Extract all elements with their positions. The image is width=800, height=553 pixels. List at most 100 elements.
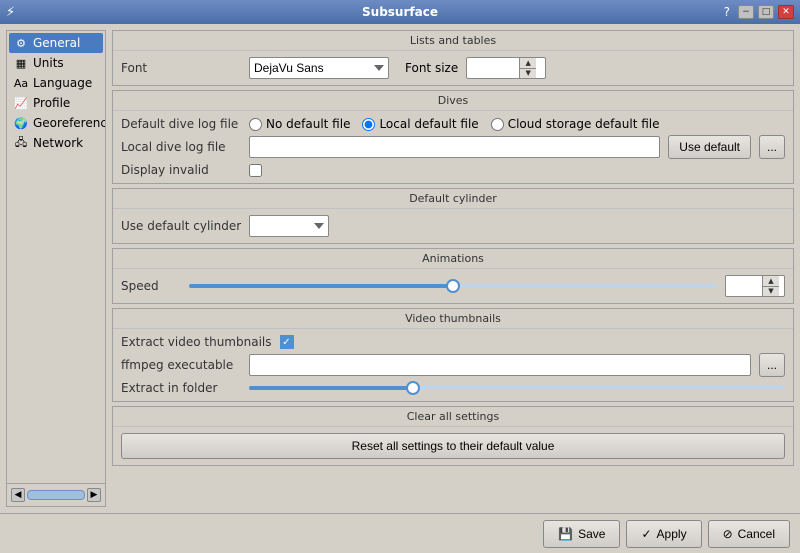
speed-spinbox-up[interactable]: ▲ — [763, 276, 779, 287]
cancel-icon: ⊘ — [723, 527, 733, 541]
radio-cloud[interactable] — [491, 118, 504, 131]
video-thumbnails-title: Video thumbnails — [113, 309, 793, 329]
units-icon: ▦ — [14, 56, 28, 70]
sidebar-item-profile[interactable]: 📈 Profile — [9, 93, 103, 113]
sidebar-label-network: Network — [33, 136, 83, 150]
clear-all-section: Clear all settings Reset all settings to… — [112, 406, 794, 466]
font-size-input[interactable]: 10.00 — [467, 61, 519, 75]
extract-video-checkbox[interactable]: ✓ — [280, 335, 294, 349]
display-invalid-row: Display invalid — [121, 163, 785, 177]
maximize-button[interactable]: □ — [758, 5, 774, 19]
window-content: ⚙ General ▦ Units Aa Language 📈 Profile … — [0, 24, 800, 513]
radio-cloud-text: Cloud storage default file — [508, 117, 660, 131]
display-invalid-checkbox[interactable] — [249, 164, 262, 177]
default-cylinder-body: Use default cylinder — [113, 209, 793, 243]
radio-local-text: Local default file — [379, 117, 478, 131]
font-label: Font — [121, 61, 241, 75]
ffmpeg-ellipsis-icon: ... — [767, 358, 777, 372]
reset-button[interactable]: Reset all settings to their default valu… — [121, 433, 785, 459]
default-dive-log-row: Default dive log file No default file Lo… — [121, 117, 785, 131]
sidebar-label-general: General — [33, 36, 80, 50]
local-dive-log-label: Local dive log file — [121, 140, 241, 154]
extract-folder-row: Extract in folder — [121, 381, 785, 395]
title-bar: ⚡ Subsurface ? − □ ✕ — [0, 0, 800, 24]
default-cylinder-section: Default cylinder Use default cylinder — [112, 188, 794, 244]
gear-icon: ⚙ — [14, 36, 28, 50]
cancel-label: Cancel — [738, 527, 775, 541]
save-button[interactable]: 💾 Save — [543, 520, 620, 548]
profile-icon: 📈 — [14, 96, 28, 110]
spinbox-down-button[interactable]: ▼ — [520, 69, 536, 79]
bottom-bar: 💾 Save ✓ Apply ⊘ Cancel — [0, 513, 800, 553]
animations-title: Animations — [113, 249, 793, 269]
sidebar-item-language[interactable]: Aa Language — [9, 73, 103, 93]
dives-body: Default dive log file No default file Lo… — [113, 111, 793, 183]
sidebar-item-georeference[interactable]: 🌍 Georeference — [9, 113, 103, 133]
app-icon: ⚡ — [6, 5, 15, 20]
network-icon: 🖧 — [14, 136, 28, 150]
georeference-icon: 🌍 — [14, 116, 28, 130]
use-default-cylinder-row: Use default cylinder — [121, 215, 785, 237]
minimize-button[interactable]: − — [738, 5, 754, 19]
font-row: Font DejaVu Sans Font size 10.00 ▲ ▼ — [121, 57, 785, 79]
spinbox-buttons: ▲ ▼ — [519, 58, 536, 78]
dives-section: Dives Default dive log file No default f… — [112, 90, 794, 184]
radio-no-default-text: No default file — [266, 117, 350, 131]
save-label: Save — [578, 527, 605, 541]
radio-no-default[interactable] — [249, 118, 262, 131]
sidebar-item-units[interactable]: ▦ Units — [9, 53, 103, 73]
apply-label: Apply — [657, 527, 687, 541]
animations-body: Speed 500 ▲ ▼ — [113, 269, 793, 303]
animations-section: Animations Speed 500 ▲ ▼ — [112, 248, 794, 304]
sidebar-label-georeference: Georeference — [33, 116, 106, 130]
font-size-label: Font size — [405, 61, 458, 75]
scroll-left-button[interactable]: ◀ — [11, 488, 25, 502]
sidebar-label-units: Units — [33, 56, 64, 70]
use-default-button[interactable]: Use default — [668, 135, 751, 159]
ffmpeg-label: ffmpeg executable — [121, 358, 241, 372]
display-invalid-label: Display invalid — [121, 163, 241, 177]
cancel-button[interactable]: ⊘ Cancel — [708, 520, 790, 548]
sidebar-scrollbar[interactable] — [27, 490, 85, 500]
title-bar-controls: ? − □ ✕ — [724, 5, 794, 19]
lists-and-tables-body: Font DejaVu Sans Font size 10.00 ▲ ▼ — [113, 51, 793, 85]
radio-no-default-label[interactable]: No default file — [249, 117, 350, 131]
sidebar: ⚙ General ▦ Units Aa Language 📈 Profile … — [6, 30, 106, 507]
window-title: Subsurface — [0, 5, 800, 19]
radio-local-label[interactable]: Local default file — [362, 117, 478, 131]
speed-spinbox-down[interactable]: ▼ — [763, 287, 779, 297]
extract-folder-slider[interactable] — [249, 386, 785, 390]
ffmpeg-ellipsis-button[interactable]: ... — [759, 353, 785, 377]
sidebar-item-general[interactable]: ⚙ General — [9, 33, 103, 53]
radio-group: No default file Local default file Cloud… — [249, 117, 660, 131]
sidebar-bottom: ◀ ▶ — [7, 483, 105, 506]
extract-video-row: Extract video thumbnails ✓ — [121, 335, 785, 349]
language-icon: Aa — [14, 76, 28, 90]
ellipsis-icon: ... — [767, 140, 777, 154]
speed-input[interactable]: 500 — [726, 279, 762, 293]
cylinder-select[interactable] — [249, 215, 329, 237]
ffmpeg-input[interactable]: ffmpeg — [249, 354, 751, 376]
scroll-right-button[interactable]: ▶ — [87, 488, 101, 502]
speed-row: Speed 500 ▲ ▼ — [121, 275, 785, 297]
speed-slider[interactable] — [189, 284, 717, 288]
default-cylinder-title: Default cylinder — [113, 189, 793, 209]
local-dive-log-row: Local dive log file /home/willem/.subsur… — [121, 135, 785, 159]
save-icon: 💾 — [558, 527, 573, 541]
radio-local[interactable] — [362, 118, 375, 131]
clear-all-title: Clear all settings — [113, 407, 793, 427]
local-dive-log-input[interactable]: /home/willem/.subsurface/willem_2015_May… — [249, 136, 660, 158]
radio-cloud-label[interactable]: Cloud storage default file — [491, 117, 660, 131]
help-icon[interactable]: ? — [724, 5, 730, 19]
apply-button[interactable]: ✓ Apply — [626, 520, 701, 548]
sidebar-label-language: Language — [33, 76, 92, 90]
sidebar-label-profile: Profile — [33, 96, 70, 110]
font-size-spinbox[interactable]: 10.00 ▲ ▼ — [466, 57, 546, 79]
local-log-ellipsis-button[interactable]: ... — [759, 135, 785, 159]
speed-spinbox[interactable]: 500 ▲ ▼ — [725, 275, 785, 297]
close-button[interactable]: ✕ — [778, 5, 794, 19]
sidebar-item-network[interactable]: 🖧 Network — [9, 133, 103, 153]
ffmpeg-row: ffmpeg executable ffmpeg ... — [121, 353, 785, 377]
spinbox-up-button[interactable]: ▲ — [520, 58, 536, 69]
font-select[interactable]: DejaVu Sans — [249, 57, 389, 79]
